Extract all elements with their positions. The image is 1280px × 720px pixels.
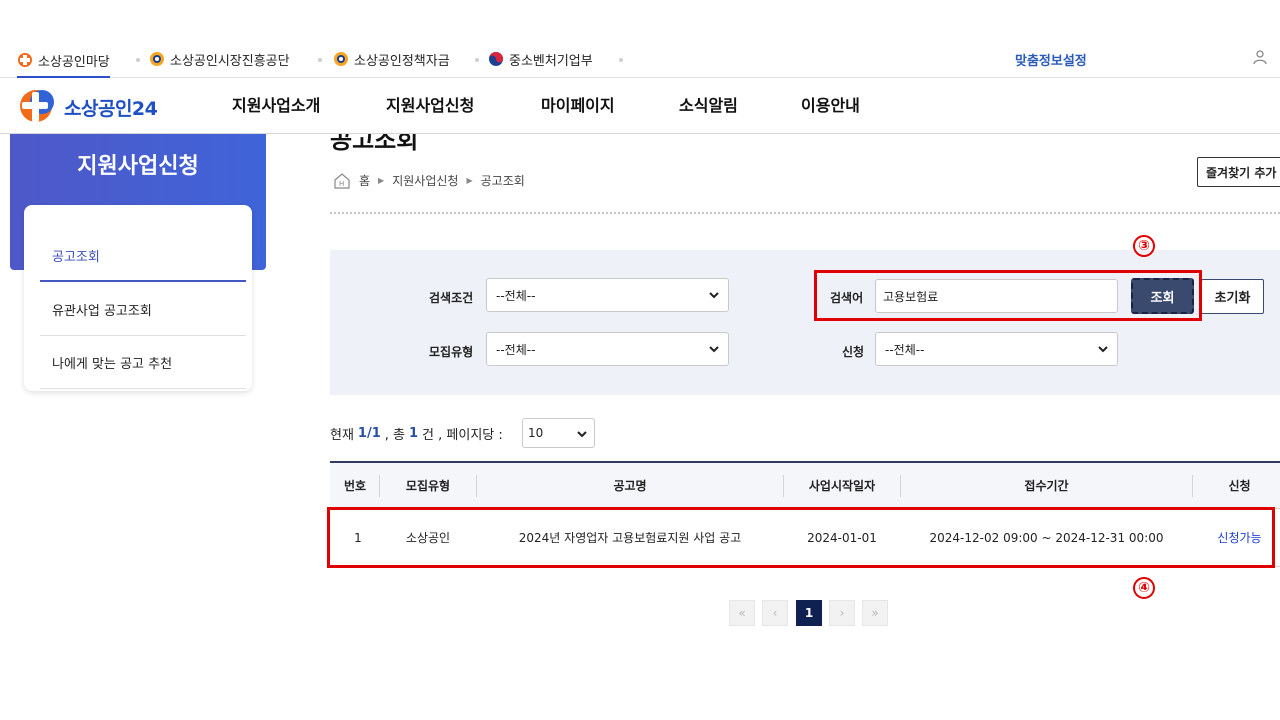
chevron-down-icon bbox=[709, 292, 719, 299]
column-header-recruit-type: 모집유형 bbox=[405, 479, 451, 493]
site-link-mss[interactable]: 중소벤처기업부 bbox=[488, 46, 593, 72]
breadcrumb-separator-icon: ▶ bbox=[466, 176, 473, 185]
step-marker-3: ③ bbox=[1133, 235, 1155, 257]
chevron-down-icon bbox=[709, 346, 719, 353]
first-page-button[interactable]: « bbox=[729, 600, 755, 626]
recruit-type-select[interactable]: --전체-- bbox=[486, 332, 729, 366]
sosang-logo-icon bbox=[18, 53, 32, 67]
column-header-title: 공고명 bbox=[613, 479, 647, 493]
reset-button[interactable]: 초기화 bbox=[1201, 279, 1264, 314]
condition-select-value: --전체-- bbox=[496, 288, 536, 303]
custom-info-setting-link[interactable]: 맞춤정보설정 bbox=[1015, 46, 1087, 72]
sosang24-logo-icon bbox=[20, 90, 54, 122]
chevron-down-icon bbox=[577, 431, 587, 438]
summary-current-page: 1/1 bbox=[357, 426, 381, 441]
column-header-apply: 신청 bbox=[1228, 479, 1251, 493]
nav-support-apply[interactable]: 지원사업신청 bbox=[386, 92, 474, 116]
breadcrumb-separator-icon: ▶ bbox=[378, 176, 385, 185]
apply-status-select-value: --전체-- bbox=[885, 342, 925, 357]
next-page-button[interactable]: › bbox=[829, 600, 855, 626]
summary-total-prefix: , 총 bbox=[384, 428, 405, 443]
per-page-select-value: 10 bbox=[528, 426, 544, 440]
sidebar-item-notice-search[interactable]: 공고조회 bbox=[52, 246, 100, 265]
column-header-start-date: 사업시작일자 bbox=[808, 479, 876, 493]
column-header-period: 접수기간 bbox=[1024, 479, 1069, 493]
page-number-button[interactable]: 1 bbox=[796, 600, 822, 626]
brand-logo[interactable]: 소상공인24 bbox=[16, 88, 158, 126]
prev-page-button[interactable]: ‹ bbox=[762, 600, 788, 626]
sidebar-item-related-notice[interactable]: 유관사업 공고조회 bbox=[52, 300, 152, 319]
site-link-label: 중소벤처기업부 bbox=[509, 53, 593, 69]
recruit-type-label: 모집유형 bbox=[429, 345, 474, 359]
sidebar-divider bbox=[40, 335, 246, 336]
table-header-row: 번호 모집유형 공고명 사업시작일자 접수기간 신청 bbox=[330, 463, 1280, 509]
breadcrumb: H 홈 ▶ 지원사업신청 ▶ 공고조회 bbox=[333, 172, 525, 189]
summary-total-suffix: 건 , 페이지당 : bbox=[422, 428, 503, 443]
highlight-box-search bbox=[814, 270, 1202, 321]
site-family-bar: 소상공인마당 소상공인시장진흥공단 소상공인정책자금 중소벤처기업부 맞춤정보설… bbox=[0, 40, 1280, 78]
main-navigation: 소상공인24 지원사업소개 지원사업신청 마이페이지 소식알림 이용안내 bbox=[0, 78, 1280, 134]
divider-dot bbox=[318, 58, 322, 62]
condition-select[interactable]: --전체-- bbox=[486, 278, 729, 312]
nav-news[interactable]: 소식알림 bbox=[679, 92, 738, 116]
divider-dot bbox=[619, 58, 623, 62]
step-marker-4: ④ bbox=[1133, 577, 1155, 599]
apply-status-label: 신청 bbox=[842, 345, 865, 359]
add-favorite-button[interactable]: 즐겨찾기 추가 bbox=[1197, 157, 1280, 187]
user-icon[interactable] bbox=[1252, 49, 1268, 65]
summary-total-count: 1 bbox=[409, 426, 419, 441]
highlight-box-result bbox=[327, 507, 1275, 568]
sidebar-item-recommend[interactable]: 나에게 맞는 공고 추천 bbox=[52, 353, 172, 372]
last-page-button[interactable]: » bbox=[862, 600, 888, 626]
site-link-semas[interactable]: 소상공인시장진흥공단 bbox=[149, 46, 290, 72]
chevron-down-icon bbox=[1098, 346, 1108, 353]
svg-text:H: H bbox=[339, 180, 344, 188]
policy-fund-logo-icon bbox=[334, 52, 348, 66]
condition-label: 검색조건 bbox=[429, 291, 474, 305]
site-link-label: 소상공인시장진흥공단 bbox=[170, 53, 290, 69]
site-link-sosang-madang[interactable]: 소상공인마당 bbox=[17, 46, 110, 78]
taegeuk-logo-icon bbox=[489, 52, 503, 66]
breadcrumb-current: 공고조회 bbox=[480, 174, 525, 188]
nav-guide[interactable]: 이용안내 bbox=[801, 92, 860, 116]
nav-support-intro[interactable]: 지원사업소개 bbox=[232, 92, 320, 116]
breadcrumb-home[interactable]: 홈 bbox=[359, 172, 370, 189]
divider-dot bbox=[136, 58, 140, 62]
site-link-label: 소상공인마당 bbox=[38, 54, 110, 70]
per-page-select[interactable]: 10 bbox=[522, 418, 595, 448]
header-divider bbox=[330, 212, 1280, 214]
column-header-no: 번호 bbox=[343, 479, 367, 493]
apply-status-select[interactable]: --전체-- bbox=[875, 332, 1118, 366]
brand-name: 소상공인24 bbox=[64, 97, 158, 120]
breadcrumb-support-apply[interactable]: 지원사업신청 bbox=[392, 172, 458, 189]
result-summary: 현재 1/1 , 총 1 건 , 페이지당 : bbox=[330, 424, 503, 443]
sidebar-active-underline bbox=[40, 280, 246, 282]
nav-mypage[interactable]: 마이페이지 bbox=[541, 92, 615, 116]
sidebar-title: 지원사업신청 bbox=[77, 154, 199, 179]
summary-current-prefix: 현재 bbox=[330, 428, 354, 443]
divider-dot bbox=[475, 58, 479, 62]
semas-logo-icon bbox=[150, 52, 164, 66]
site-link-label: 소상공인정책자금 bbox=[354, 53, 450, 69]
sidebar-divider bbox=[40, 388, 246, 389]
recruit-type-select-value: --전체-- bbox=[496, 342, 536, 357]
home-icon[interactable]: H bbox=[333, 172, 351, 189]
site-link-policy-fund[interactable]: 소상공인정책자금 bbox=[333, 46, 450, 72]
